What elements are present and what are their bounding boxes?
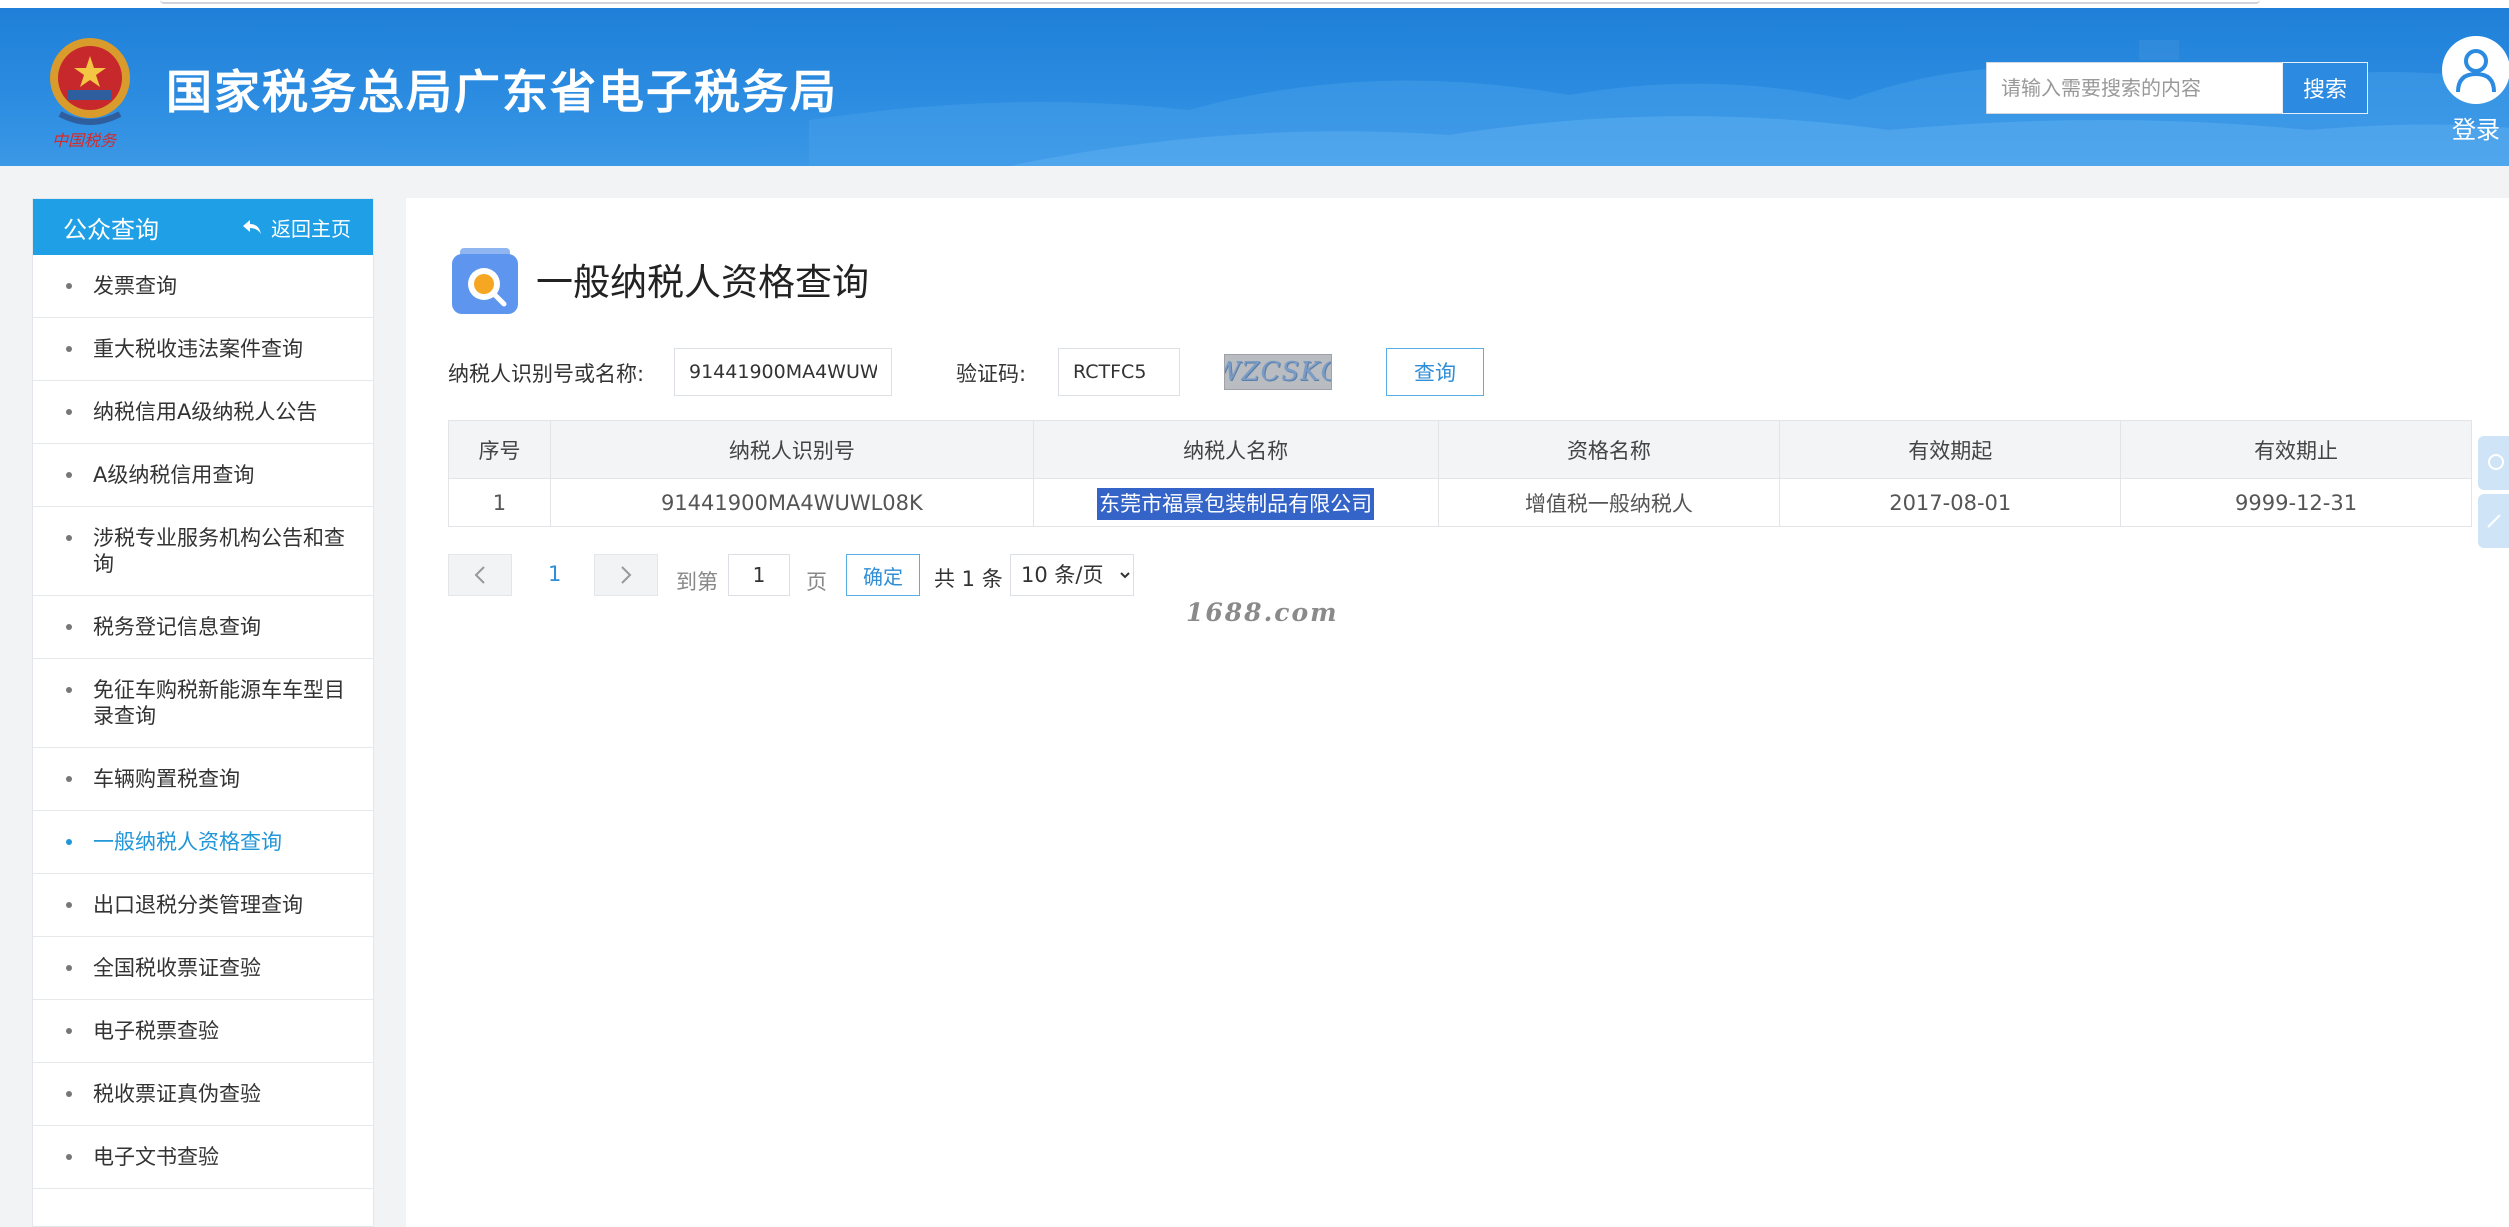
col-header-valid-from: 有效期起 [1779, 420, 2122, 479]
col-header-taxpayer-name: 纳税人名称 [1032, 420, 1439, 479]
user-icon [2442, 36, 2509, 104]
sidebar-item-a-credit-query[interactable]: A级纳税信用查询 [33, 444, 373, 507]
main-content: 一般纳税人资格查询 纳税人识别号或名称: 验证码: WZCSKG 查询 序号 纳… [406, 198, 2509, 1227]
captcha-input[interactable] [1058, 348, 1180, 396]
taxpayer-label: 纳税人识别号或名称: [448, 362, 645, 386]
query-form: 纳税人识别号或名称: 验证码: WZCSKG 查询 [448, 348, 1548, 396]
sidebar-item-tax-voucher-check[interactable]: 全国税收票证查验 [33, 937, 373, 1000]
chat-icon [2487, 454, 2504, 470]
col-header-valid-to: 有效期止 [2120, 420, 2472, 479]
sidebar-header: 公众查询 返回主页 [33, 199, 373, 255]
sidebar-item-tax-registration[interactable]: 税务登记信息查询 [33, 596, 373, 659]
watermark: 1688.com [1186, 598, 1339, 627]
sidebar-item-export-rebate[interactable]: 出口退税分类管理查询 [33, 874, 373, 937]
site-title: 国家税务总局广东省电子税务局 [166, 65, 838, 119]
table-header-row: 序号 纳税人识别号 纳税人名称 资格名称 有效期起 有效期止 [448, 420, 2472, 479]
sidebar-item-invoice-query[interactable]: 发票查询 [33, 255, 373, 318]
page-unit-label: 页 [806, 570, 827, 594]
back-home-link[interactable]: 返回主页 [241, 213, 351, 242]
captcha-image-text: WZCSKG [1225, 357, 1331, 387]
pagination: 1 到第 页 确定 共 1 条 10 条/页 [448, 554, 1208, 598]
page-number-current[interactable]: 1 [548, 562, 566, 586]
back-home-label: 返回主页 [271, 216, 351, 241]
sidebar-item-new-energy-vehicle-catalog[interactable]: 免征车购税新能源车车型目录查询 [33, 659, 373, 748]
chevron-right-icon [621, 566, 632, 584]
search-input[interactable] [1986, 62, 2282, 114]
goto-confirm-button[interactable]: 确定 [846, 554, 920, 596]
back-to-top-tool[interactable] [2478, 494, 2509, 548]
prev-page-button[interactable] [448, 554, 512, 596]
total-count: 共 1 条 [934, 567, 1003, 591]
sidebar-menu: 发票查询 重大税收违法案件查询 纳税信用A级纳税人公告 A级纳税信用查询 涉税专… [33, 255, 373, 1189]
cell-valid-to: 9999-12-31 [2120, 478, 2472, 527]
back-arrow-icon [243, 220, 261, 234]
sidebar-item-e-tax-receipt[interactable]: 电子税票查验 [33, 1000, 373, 1063]
tax-emblem-logo: 中国税务 [50, 38, 130, 150]
chevron-left-icon [474, 566, 485, 584]
cell-valid-from: 2017-08-01 [1779, 478, 2122, 527]
login-button[interactable]: 登录 [2440, 36, 2509, 146]
sidebar-item-vehicle-purchase-tax[interactable]: 车辆购置税查询 [33, 748, 373, 811]
selected-taxpayer-name: 东莞市福景包装制品有限公司 [1097, 487, 1375, 520]
sidebar-item-tax-service-agency[interactable]: 涉税专业服务机构公告和查询 [33, 507, 373, 596]
arrow-up-icon [2486, 514, 2501, 528]
search-button[interactable]: 搜索 [2282, 62, 2368, 114]
sidebar-item-e-document-check[interactable]: 电子文书查验 [33, 1126, 373, 1189]
col-header-index: 序号 [448, 420, 551, 479]
cell-qualification: 增值税一般纳税人 [1437, 478, 1781, 527]
header-search: 搜索 [1986, 62, 2368, 114]
sidebar-item-violation-case-query[interactable]: 重大税收违法案件查询 [33, 318, 373, 381]
page-size-select[interactable]: 10 条/页 [1010, 554, 1134, 596]
floating-toolbar [2478, 436, 2509, 548]
sidebar-item-general-taxpayer[interactable]: 一般纳税人资格查询 [33, 811, 373, 874]
col-header-qualification: 资格名称 [1437, 420, 1781, 479]
cell-taxpayer-name: 东莞市福景包装制品有限公司 [1032, 478, 1439, 527]
sidebar-title: 公众查询 [63, 215, 159, 244]
feedback-tool[interactable] [2478, 436, 2509, 490]
sidebar-item-a-credit-announcement[interactable]: 纳税信用A级纳税人公告 [33, 381, 373, 444]
svg-text:中国税务: 中国税务 [52, 131, 118, 150]
sidebar-item-voucher-authenticity[interactable]: 税收票证真伪查验 [33, 1063, 373, 1126]
result-table: 序号 纳税人识别号 纳税人名称 资格名称 有效期起 有效期止 1 9144190… [448, 420, 2472, 527]
taxpayer-input[interactable] [674, 348, 892, 396]
captcha-image[interactable]: WZCSKG [1224, 354, 1332, 390]
sidebar: 公众查询 返回主页 发票查询 重大税收违法案件查询 纳税信用A级纳税人公告 A级… [32, 198, 374, 1227]
table-row: 1 91441900MA4WUWL08K 东莞市福景包装制品有限公司 增值税一般… [448, 478, 2472, 527]
query-button[interactable]: 查询 [1386, 348, 1484, 396]
cell-taxpayer-id: 91441900MA4WUWL08K [549, 478, 1034, 527]
goto-page-input[interactable] [728, 554, 790, 596]
next-page-button[interactable] [594, 554, 658, 596]
login-label: 登录 [2452, 116, 2500, 144]
site-header: 中国税务 国家税务总局广东省电子税务局 搜索 登录 [0, 0, 2509, 166]
col-header-taxpayer-id: 纳税人识别号 [549, 420, 1034, 479]
page-title: 一般纳税人资格查询 [536, 261, 869, 304]
cell-index: 1 [448, 478, 551, 527]
goto-label: 到第 [676, 570, 718, 594]
search-document-icon [452, 248, 518, 314]
captcha-label: 验证码: [956, 362, 1027, 386]
